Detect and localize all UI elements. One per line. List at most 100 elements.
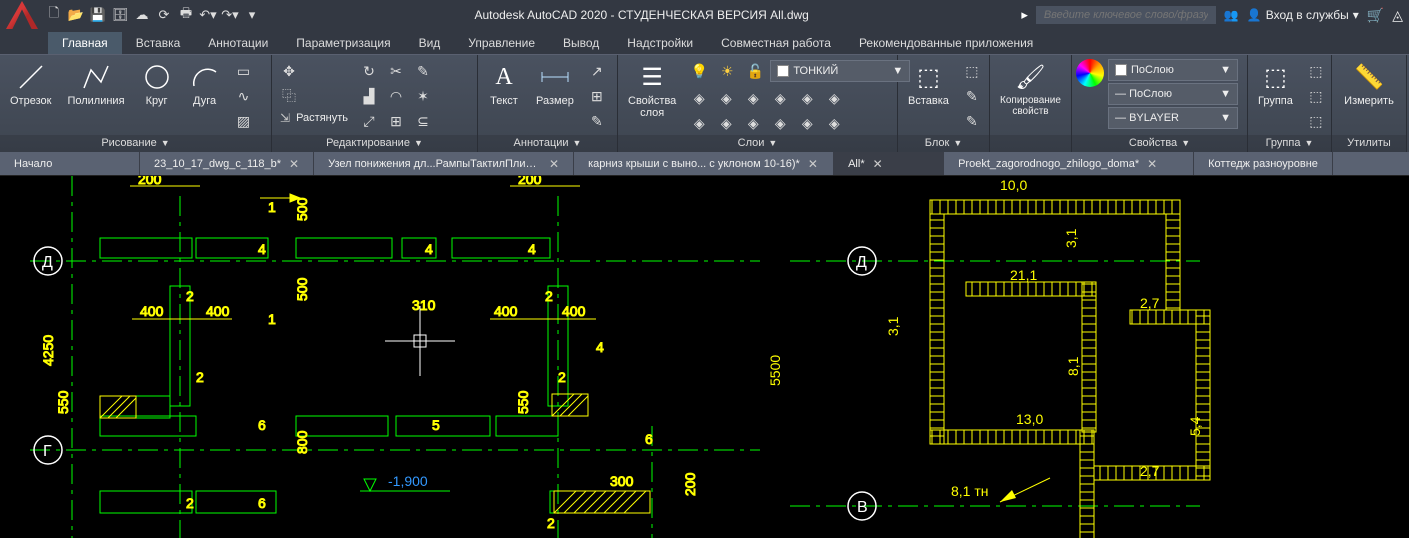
qat-new-icon[interactable]: 🗋 bbox=[44, 5, 64, 25]
tab-collab[interactable]: Совместная работа bbox=[707, 32, 845, 54]
layer-tool-5[interactable]: ◈ bbox=[794, 86, 820, 110]
panel-title-block[interactable]: Блок▼ bbox=[898, 135, 989, 152]
explode-tool[interactable]: ✶ bbox=[410, 84, 436, 108]
layer-tool-12[interactable]: ◈ bbox=[821, 111, 847, 135]
group-button[interactable]: ⬚ Группа bbox=[1252, 59, 1299, 109]
rotate-tool[interactable]: ↻ bbox=[356, 59, 382, 83]
tab-recommended[interactable]: Рекомендованные приложения bbox=[845, 32, 1047, 54]
close-icon[interactable]: ✕ bbox=[808, 157, 818, 171]
share-icon[interactable]: 👥 bbox=[1224, 8, 1239, 22]
close-icon[interactable]: ✕ bbox=[873, 157, 883, 171]
doctab-2[interactable]: Узел понижения дл...РампыТактилПлиты*✕ bbox=[314, 152, 574, 175]
layer-tool-7[interactable]: ◈ bbox=[686, 111, 712, 135]
panel-title-util[interactable]: Утилиты bbox=[1332, 135, 1406, 152]
color-combo[interactable]: ПоСлою▼ bbox=[1108, 59, 1238, 81]
doctab-5[interactable]: Proekt_zagorodnogo_zhilogo_doma*✕ bbox=[944, 152, 1194, 175]
mirror-tool[interactable]: ▟ bbox=[356, 84, 382, 108]
block-edit-tool[interactable]: ✎ bbox=[959, 84, 985, 108]
array-tool[interactable]: ⊞ bbox=[383, 109, 409, 133]
close-icon[interactable]: ✕ bbox=[1147, 157, 1157, 171]
line-tool[interactable]: Отрезок bbox=[4, 59, 57, 109]
signin-button[interactable]: 👤 Вход в службы ▾ bbox=[1247, 8, 1359, 22]
ungroup-tool[interactable]: ⬚ bbox=[1303, 59, 1329, 83]
tab-annotate[interactable]: Аннотации bbox=[194, 32, 282, 54]
layer-tool-4[interactable]: ◈ bbox=[767, 86, 793, 110]
app-logo[interactable] bbox=[6, 1, 38, 29]
doctab-4[interactable]: All*✕ bbox=[834, 152, 944, 175]
autodesk-icon[interactable]: ◬ bbox=[1392, 7, 1403, 24]
fillet-tool[interactable]: ◠ bbox=[383, 84, 409, 108]
color-wheel-icon[interactable] bbox=[1076, 59, 1104, 87]
doctab-1[interactable]: 23_10_17_dwg_c_118_b*✕ bbox=[140, 152, 314, 175]
linetype-combo[interactable]: — BYLAYER▼ bbox=[1108, 107, 1238, 129]
qat-save-icon[interactable]: 💾 bbox=[88, 5, 108, 25]
qat-saveall-icon[interactable]: 🗄 bbox=[110, 5, 130, 25]
layer-tool-11[interactable]: ◈ bbox=[794, 111, 820, 135]
qat-sync-icon[interactable]: ⟳ bbox=[154, 5, 174, 25]
trim-tool[interactable]: ✂ bbox=[383, 59, 409, 83]
leader-tool[interactable]: ↗ bbox=[584, 59, 610, 83]
move-tool[interactable]: ✥ bbox=[276, 59, 302, 83]
circle-tool[interactable]: Круг bbox=[135, 59, 179, 109]
block-attr-tool[interactable]: ✎ bbox=[959, 109, 985, 133]
layer-tool-10[interactable]: ◈ bbox=[767, 111, 793, 135]
tab-parametric[interactable]: Параметризация bbox=[282, 32, 404, 54]
layer-tool-9[interactable]: ◈ bbox=[740, 111, 766, 135]
hatch-tool[interactable]: ▨ bbox=[231, 109, 257, 133]
layer-tool-8[interactable]: ◈ bbox=[713, 111, 739, 135]
layer-tool-6[interactable]: ◈ bbox=[821, 86, 847, 110]
scale-tool[interactable]: ⤢ bbox=[356, 109, 382, 133]
layer-properties-button[interactable]: ☰ Свойства слоя bbox=[622, 59, 682, 121]
close-icon[interactable]: ✕ bbox=[289, 157, 299, 171]
text-tool[interactable]: A Текст bbox=[482, 59, 526, 109]
panel-title-group[interactable]: Группа▼ bbox=[1248, 135, 1331, 152]
block-create-tool[interactable]: ⬚ bbox=[959, 59, 985, 83]
doctab-3[interactable]: карниз крыши с выно... с уклоном 10-16)*… bbox=[574, 152, 834, 175]
tab-addins[interactable]: Надстройки bbox=[613, 32, 707, 54]
layer-lock-icon[interactable]: 🔓 bbox=[742, 59, 768, 83]
panel-title-edit[interactable]: Редактирование▼ bbox=[272, 135, 477, 152]
copy-tool[interactable]: ⿻ bbox=[276, 84, 302, 108]
layer-bulb-icon[interactable]: 💡 bbox=[686, 59, 712, 83]
doctab-start[interactable]: Начало bbox=[0, 152, 140, 175]
rect-tool[interactable]: ▭ bbox=[231, 59, 257, 83]
qat-cloud-icon[interactable]: ☁ bbox=[132, 5, 152, 25]
tab-manage[interactable]: Управление bbox=[454, 32, 549, 54]
panel-title-draw[interactable]: Рисование▼ bbox=[0, 135, 271, 152]
measure-button[interactable]: 📏 Измерить bbox=[1338, 59, 1400, 109]
layer-tool-3[interactable]: ◈ bbox=[740, 86, 766, 110]
dimension-tool[interactable]: Размер bbox=[530, 59, 580, 109]
panel-title-layers[interactable]: Слои▼ bbox=[618, 135, 897, 152]
layer-tool-2[interactable]: ◈ bbox=[713, 86, 739, 110]
group-select-tool[interactable]: ⬚ bbox=[1303, 109, 1329, 133]
spline-tool[interactable]: ∿ bbox=[231, 84, 257, 108]
qat-dropdown-icon[interactable]: ▾ bbox=[242, 5, 262, 25]
qat-open-icon[interactable]: 📂 bbox=[66, 5, 86, 25]
doctab-6[interactable]: Коттедж разноуровне bbox=[1194, 152, 1333, 175]
tab-insert[interactable]: Вставка bbox=[122, 32, 195, 54]
erase-tool[interactable]: ✎ bbox=[410, 59, 436, 83]
matchprops-button[interactable]: 🖌 Копирование свойств bbox=[994, 59, 1067, 119]
tab-home[interactable]: Главная bbox=[48, 32, 122, 54]
layer-tool-1[interactable]: ◈ bbox=[686, 86, 712, 110]
layer-sun-icon[interactable]: ☀ bbox=[714, 59, 740, 83]
lineweight-combo[interactable]: — ПоСлою▼ bbox=[1108, 83, 1238, 105]
mtext-tool[interactable]: ✎ bbox=[584, 109, 610, 133]
stretch-tool[interactable]: ⇲ Растянуть bbox=[276, 109, 352, 127]
layer-combo[interactable]: ТОНКИЙ▼ bbox=[770, 60, 910, 82]
qat-print-icon[interactable]: 🖶 bbox=[176, 5, 196, 25]
group-edit-tool[interactable]: ⬚ bbox=[1303, 84, 1329, 108]
table-tool[interactable]: ⊞ bbox=[584, 84, 610, 108]
arc-tool[interactable]: Дуга bbox=[183, 59, 227, 109]
qat-undo-icon[interactable]: ↶▾ bbox=[198, 5, 218, 25]
tab-view[interactable]: Вид bbox=[405, 32, 455, 54]
qat-redo-icon[interactable]: ↷▾ bbox=[220, 5, 240, 25]
offset-tool[interactable]: ⊆ bbox=[410, 109, 436, 133]
search-input[interactable] bbox=[1036, 6, 1216, 24]
polyline-tool[interactable]: Полилиния bbox=[61, 59, 130, 109]
close-icon[interactable]: ✕ bbox=[549, 157, 559, 171]
panel-title-props[interactable]: Свойства▼ bbox=[1072, 135, 1247, 152]
cart-icon[interactable]: 🛒 bbox=[1367, 7, 1384, 24]
drawing-canvas[interactable]: Д Г 200 200 1 500 500 4 4 4 2 2 310 4004… bbox=[0, 176, 1409, 538]
panel-title-annot[interactable]: Аннотации▼ bbox=[478, 135, 617, 152]
